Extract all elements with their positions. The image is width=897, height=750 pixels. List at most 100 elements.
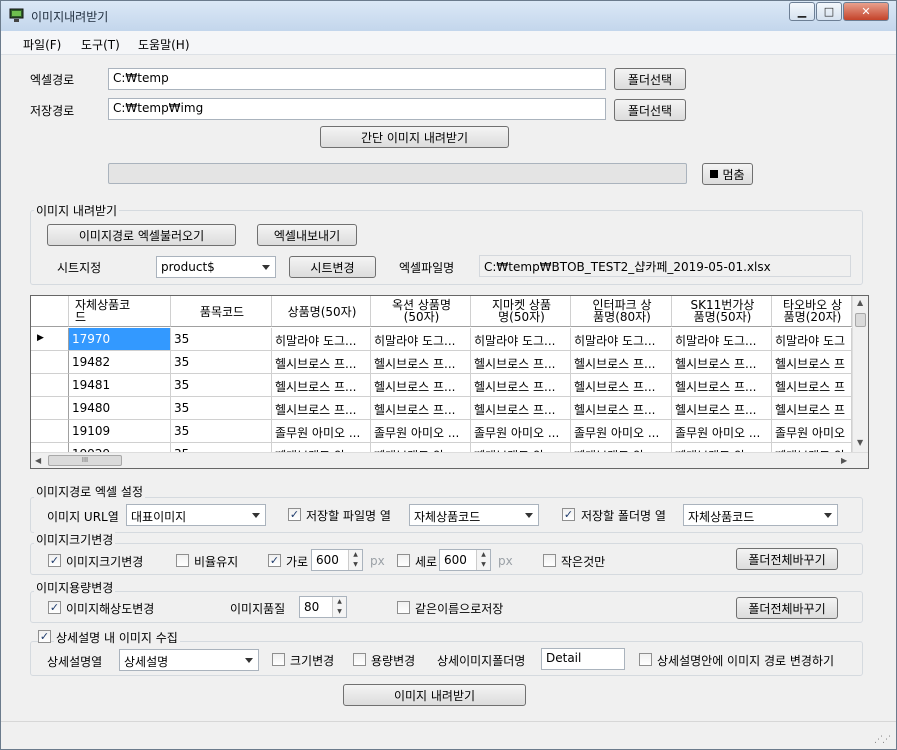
- width-spinner[interactable]: 600 ▲ ▼: [311, 549, 363, 571]
- detail-collect-checkbox[interactable]: ✓: [38, 630, 51, 643]
- save-folder-select[interactable]: 자체상품코드: [683, 504, 838, 526]
- grid-row-header[interactable]: ▶: [31, 328, 69, 351]
- grid-cell[interactable]: 헬시브로스 프...: [371, 374, 471, 397]
- grid-cell[interactable]: 히말라야 도그: [772, 328, 852, 351]
- keep-ratio-checkbox[interactable]: [176, 554, 189, 567]
- save-folder-select-button[interactable]: 폴더선택: [614, 99, 686, 121]
- grid-cell[interactable]: 19480: [69, 397, 171, 420]
- grid-row-header[interactable]: [31, 397, 69, 420]
- grid-cell[interactable]: 헬시브로스 프...: [672, 397, 772, 420]
- image-quality-spinner[interactable]: 80 ▲ ▼: [299, 596, 347, 618]
- grid-header-col-2[interactable]: 품목코드: [171, 296, 272, 327]
- grid-cell[interactable]: 헬시브로스 프...: [571, 351, 672, 374]
- grid-cell[interactable]: 헬시브로스 프...: [371, 351, 471, 374]
- save-folder-checkbox[interactable]: ✓: [562, 508, 575, 521]
- sheet-change-button[interactable]: 시트변경: [289, 256, 376, 278]
- grid-header-col-6[interactable]: 인터파크 상 품명(80자): [571, 296, 672, 327]
- close-button[interactable]: ✕: [843, 2, 889, 21]
- grid-cell[interactable]: 헬시브로스 프...: [272, 397, 371, 420]
- spinner-arrows-icon[interactable]: ▲ ▼: [332, 597, 346, 617]
- grid-cell[interactable]: 졸무원 아미오 ...: [471, 420, 571, 443]
- grid-cell[interactable]: 히말라야 도그...: [672, 328, 772, 351]
- menu-file[interactable]: 파일(F): [23, 36, 61, 53]
- smaller-only-checkbox[interactable]: [543, 554, 556, 567]
- data-grid[interactable]: 자체상품코 드 품목코드 상품명(50자) 옥션 상품명 (50자) 지마켓 상…: [30, 295, 869, 469]
- grid-header-col-3[interactable]: 상품명(50자): [272, 296, 371, 327]
- export-excel-button[interactable]: 엑셀내보내기: [257, 224, 357, 246]
- grid-row-header[interactable]: [31, 351, 69, 374]
- grid-cell[interactable]: 35: [171, 420, 272, 443]
- detail-folder-input[interactable]: Detail: [541, 648, 625, 670]
- spinner-arrows-icon[interactable]: ▲ ▼: [348, 550, 362, 570]
- minimize-button[interactable]: ▁: [789, 2, 815, 21]
- grid-cell[interactable]: 히말라야 도그...: [471, 328, 571, 351]
- vertical-scroll-thumb[interactable]: [855, 313, 866, 327]
- image-url-col-select[interactable]: 대표이미지: [126, 504, 266, 526]
- grid-cell[interactable]: 헬시브로스 프...: [471, 374, 571, 397]
- grid-cell[interactable]: 헬시브로스 프...: [571, 374, 672, 397]
- grid-cell[interactable]: 졸무원 아미오 ...: [672, 420, 772, 443]
- detail-capacity-change-checkbox[interactable]: [353, 653, 366, 666]
- grid-cell[interactable]: 헬시브로스 프...: [672, 374, 772, 397]
- grid-cell[interactable]: 35: [171, 351, 272, 374]
- save-filename-select[interactable]: 자체상품코드: [409, 504, 539, 526]
- capacity-replace-all-button[interactable]: 폴더전체바꾸기: [736, 597, 838, 619]
- height-checkbox[interactable]: [397, 554, 410, 567]
- load-excel-button[interactable]: 이미지경로 엑셀불러오기: [47, 224, 236, 246]
- same-name-checkbox[interactable]: [397, 601, 410, 614]
- grid-cell[interactable]: 35: [171, 397, 272, 420]
- excel-path-input[interactable]: C:₩temp: [108, 68, 606, 90]
- grid-header-col-1[interactable]: 자체상품코 드: [69, 296, 171, 327]
- grid-cell[interactable]: 19109: [69, 420, 171, 443]
- size-replace-all-button[interactable]: 폴더전체바꾸기: [736, 548, 838, 570]
- grid-cell[interactable]: 졸무원 아미오: [772, 420, 852, 443]
- detail-change-path-checkbox[interactable]: [639, 653, 652, 666]
- grid-header-col-5[interactable]: 지마켓 상품 명(50자): [471, 296, 571, 327]
- maximize-button[interactable]: □: [816, 2, 842, 21]
- menu-tools[interactable]: 도구(T): [81, 36, 120, 53]
- grid-cell[interactable]: 헬시브로스 프...: [371, 397, 471, 420]
- horizontal-scroll-thumb[interactable]: III: [48, 455, 122, 466]
- grid-cell[interactable]: 헬시브로스 프: [772, 351, 852, 374]
- size-change-checkbox[interactable]: ✓: [48, 554, 61, 567]
- grid-horizontal-scrollbar[interactable]: ◀ III ▶: [31, 452, 868, 468]
- resize-grip-icon[interactable]: ⋰⋰: [874, 735, 891, 745]
- grid-cell[interactable]: 졸무원 아미오 ...: [571, 420, 672, 443]
- grid-cell[interactable]: 헬시브로스 프...: [571, 397, 672, 420]
- sheet-select[interactable]: product$: [156, 256, 276, 278]
- grid-cell[interactable]: 헬시브로스 프: [772, 397, 852, 420]
- save-filename-checkbox[interactable]: ✓: [288, 508, 301, 521]
- main-download-button[interactable]: 이미지 내려받기: [343, 684, 526, 706]
- grid-cell[interactable]: 히말라야 도그...: [272, 328, 371, 351]
- spinner-arrows-icon[interactable]: ▲ ▼: [476, 550, 490, 570]
- grid-cell[interactable]: 17970: [69, 328, 171, 351]
- grid-header-col-8[interactable]: 타오바오 상 품명(20자): [772, 296, 852, 327]
- grid-cell[interactable]: 헬시브로스 프...: [471, 397, 571, 420]
- grid-cell[interactable]: 35: [171, 374, 272, 397]
- grid-cell[interactable]: 헬시브로스 프: [772, 374, 852, 397]
- grid-cell[interactable]: 35: [171, 328, 272, 351]
- grid-cell[interactable]: 졸무원 아미오 ...: [272, 420, 371, 443]
- height-spinner[interactable]: 600 ▲ ▼: [439, 549, 491, 571]
- grid-header-col-7[interactable]: SK11번가상 품명(50자): [672, 296, 772, 327]
- grid-cell[interactable]: 헬시브로스 프...: [272, 351, 371, 374]
- menu-help[interactable]: 도움말(H): [138, 36, 190, 53]
- grid-cell[interactable]: 헬시브로스 프...: [672, 351, 772, 374]
- simple-download-button[interactable]: 간단 이미지 내려받기: [320, 126, 509, 148]
- grid-cell[interactable]: 히말라야 도그...: [371, 328, 471, 351]
- grid-cell[interactable]: 히말라야 도그...: [571, 328, 672, 351]
- grid-cell[interactable]: 19481: [69, 374, 171, 397]
- grid-cell[interactable]: 헬시브로스 프...: [471, 351, 571, 374]
- save-path-input[interactable]: C:₩temp₩img: [108, 98, 606, 120]
- excel-folder-select-button[interactable]: 폴더선택: [614, 68, 686, 90]
- grid-vertical-scrollbar[interactable]: ▲ ▼: [852, 296, 868, 453]
- grid-row-header[interactable]: [31, 420, 69, 443]
- stop-button[interactable]: 멈춤: [702, 163, 753, 185]
- detail-size-change-checkbox[interactable]: [272, 653, 285, 666]
- resolution-change-checkbox[interactable]: ✓: [48, 601, 61, 614]
- grid-header-col-4[interactable]: 옥션 상품명 (50자): [371, 296, 471, 327]
- grid-cell[interactable]: 졸무원 아미오 ...: [371, 420, 471, 443]
- width-checkbox[interactable]: ✓: [268, 554, 281, 567]
- grid-row-header[interactable]: [31, 374, 69, 397]
- grid-cell[interactable]: 헬시브로스 프...: [272, 374, 371, 397]
